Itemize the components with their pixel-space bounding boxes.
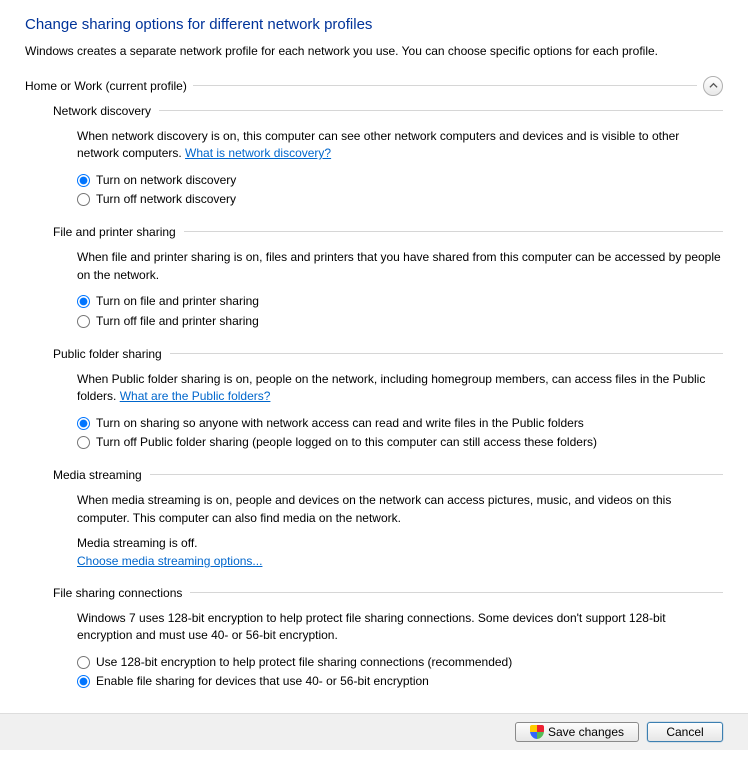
public-on-radio[interactable]: Turn on sharing so anyone with network a… xyxy=(77,414,723,433)
enc-128-radio[interactable]: Use 128-bit encryption to help protect f… xyxy=(77,653,723,672)
divider xyxy=(159,110,723,112)
page-title: Change sharing options for different net… xyxy=(25,16,723,33)
divider xyxy=(190,592,723,594)
discovery-on-radio[interactable]: Turn on network discovery xyxy=(77,171,723,190)
public-off-radio[interactable]: Turn off Public folder sharing (people l… xyxy=(77,433,723,452)
divider xyxy=(184,231,723,233)
public-title: Public folder sharing xyxy=(53,347,170,361)
fps-off-radio[interactable]: Turn off file and printer sharing xyxy=(77,312,723,331)
divider xyxy=(193,85,697,87)
network-discovery-link[interactable]: What is network discovery? xyxy=(185,146,331,160)
public-desc: When Public folder sharing is on, people… xyxy=(77,371,723,406)
network-discovery-desc: When network discovery is on, this compu… xyxy=(77,128,723,163)
discovery-off-radio[interactable]: Turn off network discovery xyxy=(77,190,723,209)
shield-icon xyxy=(530,725,544,739)
divider xyxy=(170,353,723,355)
enc-desc: Windows 7 uses 128-bit encryption to hel… xyxy=(77,610,723,645)
profile-header: Home or Work (current profile) xyxy=(25,79,193,93)
save-button[interactable]: Save changes xyxy=(515,722,639,742)
cancel-button[interactable]: Cancel xyxy=(647,722,723,742)
divider xyxy=(150,474,723,476)
fps-desc: When file and printer sharing is on, fil… xyxy=(77,249,723,284)
network-discovery-title: Network discovery xyxy=(53,104,159,118)
fps-title: File and printer sharing xyxy=(53,225,184,239)
media-status: Media streaming is off. xyxy=(77,535,723,552)
enc-40-radio[interactable]: Enable file sharing for devices that use… xyxy=(77,672,723,691)
media-options-link[interactable]: Choose media streaming options... xyxy=(77,554,262,568)
fps-on-radio[interactable]: Turn on file and printer sharing xyxy=(77,292,723,311)
media-desc: When media streaming is on, people and d… xyxy=(77,492,723,527)
media-title: Media streaming xyxy=(53,468,150,482)
enc-title: File sharing connections xyxy=(53,586,190,600)
collapse-chevron-icon[interactable] xyxy=(703,76,723,96)
page-intro: Windows creates a separate network profi… xyxy=(25,43,723,60)
public-folders-link[interactable]: What are the Public folders? xyxy=(120,389,271,403)
footer-bar: Save changes Cancel xyxy=(0,713,748,750)
